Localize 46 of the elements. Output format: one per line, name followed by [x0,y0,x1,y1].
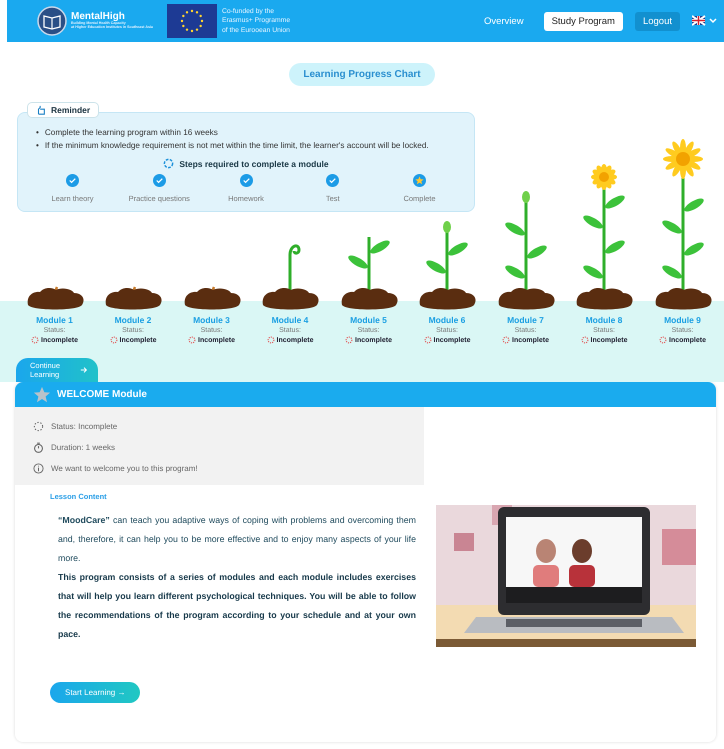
progress-spinner-icon [188,336,196,344]
stopwatch-icon [33,442,44,453]
progress-spinner-icon [266,336,275,344]
module-name[interactable]: Module 9 [664,315,701,325]
progress-spinner-icon [31,336,40,344]
logout-button[interactable]: Logout [634,12,680,30]
page-title: Learning Progress Chart [289,63,435,86]
reminder-text: Complete the learning program within 16 weeks [44,127,218,139]
module-title: WELCOME Module [57,389,147,400]
info-text: Duration: 1 weeks [51,443,116,452]
progress-spinner-icon [345,336,354,344]
info-icon [33,463,44,474]
reminder-label: Reminder [51,105,90,115]
module-name[interactable]: Module 4 [272,315,308,325]
info-text: We want to welcome you to this program! [51,464,198,473]
start-learning-button[interactable]: Start Learning → [50,682,140,703]
progress-spinner-icon [424,336,432,344]
module-name[interactable]: Module 2 [114,315,152,325]
module-name[interactable]: Module 6 [428,315,466,325]
lesson-paragraph: “MoodCare” can teach you adaptive ways of coping with problems and overcoming them and, therefore, it can help you to be more effective and to enjoy many aspects of your life more. [58,514,416,565]
module-name[interactable]: Module 8 [586,315,622,325]
video-thumbnail[interactable] [436,505,696,647]
module-name[interactable]: Module 1 [36,315,73,325]
bullet-marker: • [36,127,39,139]
reminder-text: If the minimum knowledge requirement is not met within the time limit, the learner's account will be locked. [44,140,429,152]
module-name[interactable]: Module 3 [193,315,230,325]
eu-flag-icon [166,4,217,38]
hand-icon [36,105,46,115]
loading-icon [163,158,174,170]
nav-link[interactable]: Study Program [544,12,623,30]
progress-spinner-icon [580,336,589,344]
progress-spinner-icon [110,336,118,344]
progress-spinner-icon [659,336,668,344]
info-text: Status: Incomplete [51,422,118,431]
loading-icon [33,421,44,432]
module-name[interactable]: Module 5 [350,315,387,325]
progress-spinner-icon [502,336,510,344]
star-icon [33,386,51,404]
bullet-marker: • [36,140,39,152]
nav-link[interactable]: Overview [476,12,532,30]
book-logo-icon [37,6,67,36]
module-name[interactable]: Module 7 [507,315,544,325]
lesson-paragraph: This program consists of a series of modules and each module includes exercises that will help you learn different psychological techniques. You will be able to follow the recommendations of the program according to your schedule and at your own pace. [58,571,416,641]
language-flag-dropdown-icon[interactable] [692,15,718,27]
steps-heading: Steps required to complete a module [179,158,329,169]
arrow-right-icon [80,366,88,374]
